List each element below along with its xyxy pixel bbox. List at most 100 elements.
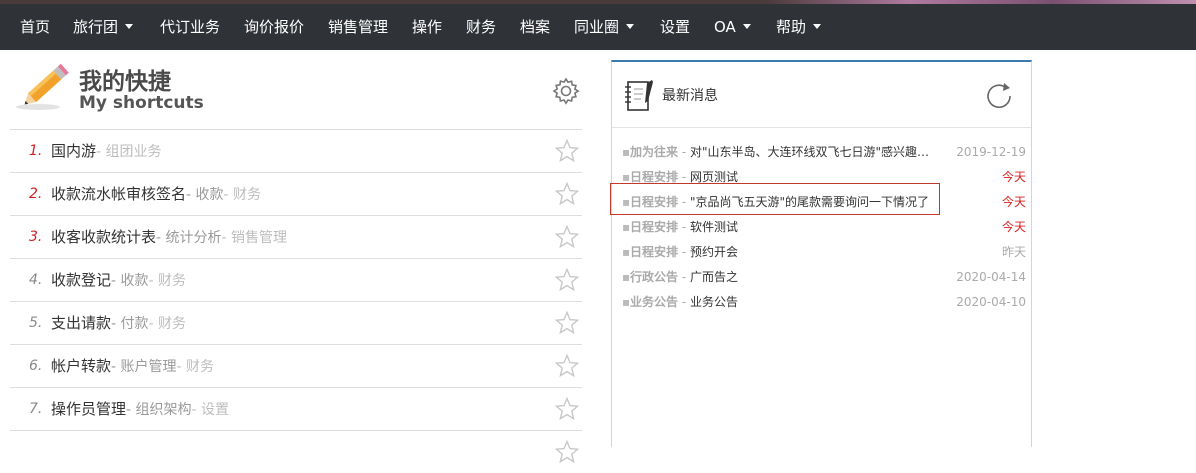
gear-icon[interactable] (551, 76, 581, 106)
shortcut-module: - 财务 (176, 359, 215, 375)
shortcut-label: 支出请款- 付款- 财务 (51, 302, 186, 345)
star-icon[interactable] (555, 268, 579, 292)
shortcut-item[interactable]: 7. 操作员管理- 组织架构- 设置 (10, 387, 582, 430)
shortcut-module: - 财务 (148, 316, 187, 332)
nav-label: 同业圈 (574, 18, 620, 36)
bullet-icon: ▪ (622, 195, 631, 209)
news-item-highlighted[interactable]: ▪ 日程安排 - "京品尚飞五天游"的尾款需要询问一下情况了 今天 (612, 190, 1031, 215)
notebook-icon (625, 80, 653, 111)
nav-label: 代订业务 (160, 18, 221, 36)
shortcut-number: 4. (29, 272, 43, 288)
shortcuts-subtitle: My shortcuts (79, 93, 204, 113)
bullet-icon: ▪ (622, 245, 631, 259)
nav-peers[interactable]: 同业圈 (574, 4, 635, 50)
news-category: 日程安排 (630, 245, 679, 259)
shortcut-category: - 收款 (186, 187, 224, 203)
shortcut-item[interactable]: 3. 收客收款统计表- 统计分析- 销售管理 (10, 215, 582, 258)
star-icon[interactable] (555, 311, 579, 335)
nav-oa[interactable]: OA (714, 4, 751, 50)
shortcut-module: - 组团业务 (96, 144, 162, 160)
separator: - (678, 145, 690, 159)
main-navbar: 首页 旅行团 代订业务 询价报价 销售管理 操作 财务 档案 同业圈 设置 OA… (0, 4, 1196, 50)
shortcut-label: 收款流水帐审核签名- 收款- 财务 (51, 173, 261, 216)
news-category: 行政公告 (630, 270, 679, 284)
shortcuts-panel: 我的快捷 My shortcuts 1. 国内游- 组团业务 2. 收款流水帐审… (10, 50, 582, 464)
shortcut-item[interactable]: 2. 收款流水帐审核签名- 收款- 财务 (10, 172, 582, 215)
news-content: "京品尚飞五天游"的尾款需要询问一下情况了 (689, 195, 930, 209)
star-icon[interactable] (555, 354, 579, 378)
news-date: 2020-04-14 (956, 270, 1026, 284)
shortcut-item[interactable]: 1. 国内游- 组团业务 (10, 129, 582, 172)
news-category: 日程安排 (630, 170, 679, 184)
nav-sales[interactable]: 销售管理 (328, 4, 388, 50)
news-item[interactable]: ▪ 业务公告 - 业务公告 2020-04-10 (612, 290, 1031, 315)
news-date: 今天 (1001, 170, 1026, 184)
shortcut-item[interactable]: 6. 帐户转款- 账户管理- 财务 (10, 344, 582, 387)
nav-label: 档案 (520, 18, 551, 36)
nav-finance[interactable]: 财务 (466, 4, 496, 50)
nav-label: 销售管理 (328, 18, 389, 36)
shortcut-item[interactable]: 4. 收款登记- 收款- 财务 (10, 258, 582, 301)
star-icon[interactable] (555, 397, 579, 421)
news-item[interactable]: ▪ 日程安排 - 软件测试 今天 (612, 215, 1031, 240)
shortcut-module: - 财务 (223, 187, 262, 203)
news-item[interactable]: ▪ 日程安排 - 预约开会 昨天 (612, 240, 1031, 265)
nav-settings[interactable]: 设置 (660, 4, 690, 50)
news-content: 网页测试 (689, 170, 738, 184)
refresh-icon[interactable] (984, 81, 1016, 113)
nav-help[interactable]: 帮助 (776, 4, 822, 50)
star-icon[interactable] (555, 440, 579, 464)
shortcut-number: 1. (29, 143, 43, 159)
bullet-icon: ▪ (622, 270, 631, 284)
shortcut-title: 收款流水帐审核签名 (51, 185, 187, 203)
chevron-down-icon (742, 24, 751, 29)
chevron-down-icon (813, 24, 822, 29)
shortcut-list: 1. 国内游- 组团业务 2. 收款流水帐审核签名- 收款- 财务 3. 收客收… (10, 129, 582, 473)
shortcut-module: - 销售管理 (221, 230, 288, 246)
news-content: 对"山东半岛、大连环线双飞七日游"感兴趣，请与我联系 (689, 145, 938, 159)
news-item[interactable]: ▪ 加为往来 - 对"山东半岛、大连环线双飞七日游"感兴趣，请与我联系 2019… (612, 140, 1031, 165)
news-content: 预约开会 (689, 245, 738, 259)
shortcut-title: 操作员管理 (51, 400, 127, 418)
shortcut-label: 帐户转款- 账户管理- 财务 (51, 345, 214, 388)
separator: - (678, 220, 690, 234)
news-list: ▪ 加为往来 - 对"山东半岛、大连环线双飞七日游"感兴趣，请与我联系 2019… (612, 140, 1031, 315)
nav-operations[interactable]: 操作 (412, 4, 442, 50)
shortcut-title: 支出请款 (51, 314, 112, 332)
news-content: 广而告之 (689, 270, 738, 284)
news-category: 加为往来 (630, 145, 679, 159)
separator: - (678, 270, 690, 284)
news-date: 2019-12-19 (956, 145, 1026, 159)
news-text: 日程安排 - 软件测试 (630, 215, 938, 240)
shortcut-item[interactable]: 5. 支出请款- 付款- 财务 (10, 301, 582, 344)
star-icon[interactable] (555, 182, 579, 206)
bullet-icon: ▪ (622, 145, 631, 159)
nav-label: 首页 (20, 18, 51, 36)
news-item[interactable]: ▪ 行政公告 - 广而告之 2020-04-14 (612, 265, 1031, 290)
shortcut-number: 5. (29, 315, 43, 331)
shortcuts-title: 我的快捷 (79, 69, 171, 95)
nav-home[interactable]: 首页 (20, 4, 50, 50)
shortcut-module: - 设置 (191, 402, 230, 418)
shortcut-label: 国内游- 组团业务 (51, 130, 162, 173)
shortcut-category: - 账户管理 (111, 359, 177, 375)
nav-booking[interactable]: 代订业务 (160, 4, 220, 50)
nav-label: 操作 (412, 18, 443, 36)
star-icon[interactable] (555, 225, 579, 249)
nav-archive[interactable]: 档案 (520, 4, 550, 50)
nav-label: 帮助 (776, 18, 807, 36)
news-date: 今天 (1001, 195, 1026, 209)
nav-quotation[interactable]: 询价报价 (244, 4, 304, 50)
news-text: 业务公告 - 业务公告 (630, 290, 938, 315)
shortcut-item-partial[interactable] (10, 430, 582, 473)
separator: - (678, 195, 690, 209)
divider (612, 127, 1031, 128)
separator: - (678, 295, 690, 309)
news-item[interactable]: ▪ 日程安排 - 网页测试 今天 (612, 165, 1031, 190)
nav-label: 询价报价 (244, 18, 305, 36)
star-icon[interactable] (555, 139, 579, 163)
news-content: 业务公告 (689, 295, 738, 309)
nav-tour-groups[interactable]: 旅行团 (73, 4, 134, 50)
news-text: 加为往来 - 对"山东半岛、大连环线双飞七日游"感兴趣，请与我联系 (630, 140, 938, 165)
shortcut-title: 帐户转款 (51, 357, 112, 375)
